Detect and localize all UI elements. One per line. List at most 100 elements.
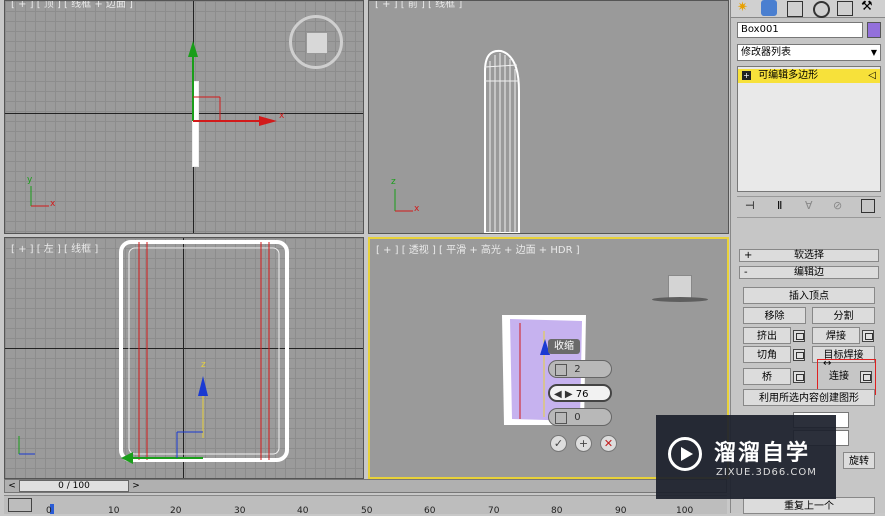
tick-10: 10 [108, 506, 120, 516]
bridge-settings-icon[interactable] [793, 371, 805, 383]
chevron-down-icon: ▼ [870, 48, 877, 57]
time-slider[interactable]: < 0 / 100 > [4, 479, 727, 493]
object-color-swatch[interactable] [867, 22, 881, 38]
next-frame-button[interactable]: > [129, 480, 143, 492]
configure-sets-icon[interactable] [861, 199, 875, 213]
extrude-settings-icon[interactable] [793, 330, 805, 342]
plus-icon: + [578, 437, 589, 450]
hierarchy-tab-icon[interactable] [787, 1, 803, 17]
viewport-front[interactable]: [ + ] [ 前 ] [ 线框 ] z x [368, 0, 729, 234]
caddy-segments-field[interactable]: 2 [548, 360, 612, 378]
motion-tab-icon[interactable] [813, 1, 830, 18]
rollout-edit-edges[interactable]: - 编辑边 [739, 266, 879, 279]
axis-label-x-top-small: x [50, 199, 56, 209]
watermark-logo [668, 437, 702, 471]
display-tab-icon[interactable] [837, 1, 853, 16]
caddy-pinch-value: 0 [574, 412, 581, 423]
check-icon: ✓ [553, 437, 564, 450]
caddy-slide-field[interactable]: ◀ ▶ 76 [548, 384, 612, 402]
tick-80: 80 [551, 506, 563, 516]
close-icon: ✕ [603, 437, 614, 450]
chamfer-label: 切角 [757, 350, 777, 361]
stack-toolbar: ⊣ Ⅱ ∀ ⊘ [737, 196, 881, 218]
object-name-value: Box001 [741, 24, 779, 35]
prev-frame-label: < [8, 481, 16, 491]
weld-button[interactable]: 焊接 [812, 327, 860, 344]
axis-label-x-front: x [414, 204, 420, 214]
split-label: 分割 [833, 311, 854, 322]
chamfer-button[interactable]: 切角 [743, 346, 791, 363]
extrude-button[interactable]: 挤出 [743, 327, 791, 344]
watermark-brand: 溜溜自学 [714, 441, 811, 466]
tick-20: 20 [170, 506, 182, 516]
box-wireframe-left[interactable] [5, 238, 363, 478]
make-unique-icon[interactable]: ∀ [805, 199, 813, 212]
axis-label-x-top: x [279, 111, 285, 121]
connect-settings-icon[interactable] [860, 371, 872, 383]
connect-label: 连接 [829, 371, 849, 382]
tick-0: 0 [46, 506, 52, 516]
axis-label-z-left: z [201, 360, 206, 370]
tick-100: 100 [676, 506, 694, 516]
turn-label: 旋转 [849, 456, 869, 467]
create-shape-label: 利用所选内容创建图形 [759, 393, 859, 404]
watermark-url: ZIXUE.3D66.COM [716, 467, 817, 478]
viewport-left[interactable]: [ + ] [ 左 ] [ 线框 ] z [4, 237, 364, 479]
utilities-tab-icon[interactable]: ⚒ [861, 0, 873, 14]
split-button[interactable]: 分割 [812, 307, 875, 324]
plus-icon: + [744, 250, 753, 261]
track-bar-icon[interactable] [8, 498, 32, 512]
caddy-pinch-field[interactable]: 0 [548, 408, 612, 426]
repeat-last-button[interactable]: 重复上一个 [743, 497, 875, 514]
frame-display: 0 / 100 [58, 481, 90, 491]
create-shape-button[interactable]: 利用所选内容创建图形 [743, 389, 875, 406]
axis-label-z-front: z [391, 177, 396, 187]
remove-label: 移除 [764, 311, 785, 322]
stack-item-label: 可编辑多边形 [758, 70, 819, 81]
command-panel-tabs: ✷ ⚒ [731, 0, 885, 18]
connect-button[interactable]: 连接 [819, 368, 859, 385]
turn-button[interactable]: 旋转 [843, 452, 875, 469]
remove-modifier-icon[interactable]: ⊘ [833, 199, 842, 212]
caddy-segments-value: 2 [574, 364, 581, 375]
minus-icon: - [744, 267, 748, 278]
modifier-list-dropdown[interactable]: 修改器列表 ▼ [737, 44, 881, 61]
move-gizmo-top[interactable] [5, 1, 363, 233]
prev-frame-button[interactable]: < [5, 480, 19, 492]
modifier-stack[interactable]: + 可编辑多边形 ◁ [737, 66, 881, 192]
tick-70: 70 [488, 506, 500, 516]
pin-stack-icon[interactable]: ⊣ [745, 199, 755, 212]
segments-icon [555, 364, 567, 376]
remove-button[interactable]: 移除 [743, 307, 806, 324]
caddy-slide-value: 76 [575, 389, 589, 400]
expand-icon[interactable]: + [742, 71, 751, 80]
extrude-label: 挤出 [757, 331, 777, 342]
time-slider-thumb[interactable]: 0 / 100 [19, 480, 129, 492]
modifier-list-label: 修改器列表 [741, 47, 791, 58]
modify-tab-icon[interactable] [761, 0, 777, 16]
watermark: 溜溜自学 ZIXUE.3D66.COM [656, 415, 836, 499]
tick-50: 50 [361, 506, 373, 516]
rollout-soft-selection[interactable]: + 软选择 [739, 249, 879, 262]
modifier-stack-item[interactable]: + 可编辑多边形 ◁ [738, 69, 880, 83]
box-wireframe-front[interactable] [369, 1, 728, 233]
create-tab-icon[interactable]: ✷ [737, 0, 748, 15]
viewport-top[interactable]: [ + ] [ 顶 ] [ 线框 + 边面 ] x y x [4, 0, 364, 234]
tick-90: 90 [615, 506, 627, 516]
caddy-cancel-button[interactable]: ✕ [600, 435, 617, 452]
axis-label-y-top: y [27, 175, 33, 185]
show-end-result-icon[interactable]: Ⅱ [777, 199, 782, 212]
caddy-title[interactable]: 收缩 [548, 339, 580, 354]
bridge-button[interactable]: 桥 [743, 368, 791, 385]
tick-30: 30 [234, 506, 246, 516]
weld-settings-icon[interactable] [862, 330, 874, 342]
bridge-label: 桥 [762, 372, 772, 383]
insert-vertex-button[interactable]: 插入顶点 [743, 287, 875, 304]
caddy-ok-button[interactable]: ✓ [550, 435, 567, 452]
object-name-field[interactable]: Box001 [737, 22, 863, 38]
slide-arrows-icon: ◀ ▶ [554, 389, 573, 400]
chamfer-settings-icon[interactable] [793, 349, 805, 361]
next-frame-label: > [132, 481, 140, 491]
caddy-apply-button[interactable]: + [575, 435, 592, 452]
pinch-icon [555, 412, 567, 424]
